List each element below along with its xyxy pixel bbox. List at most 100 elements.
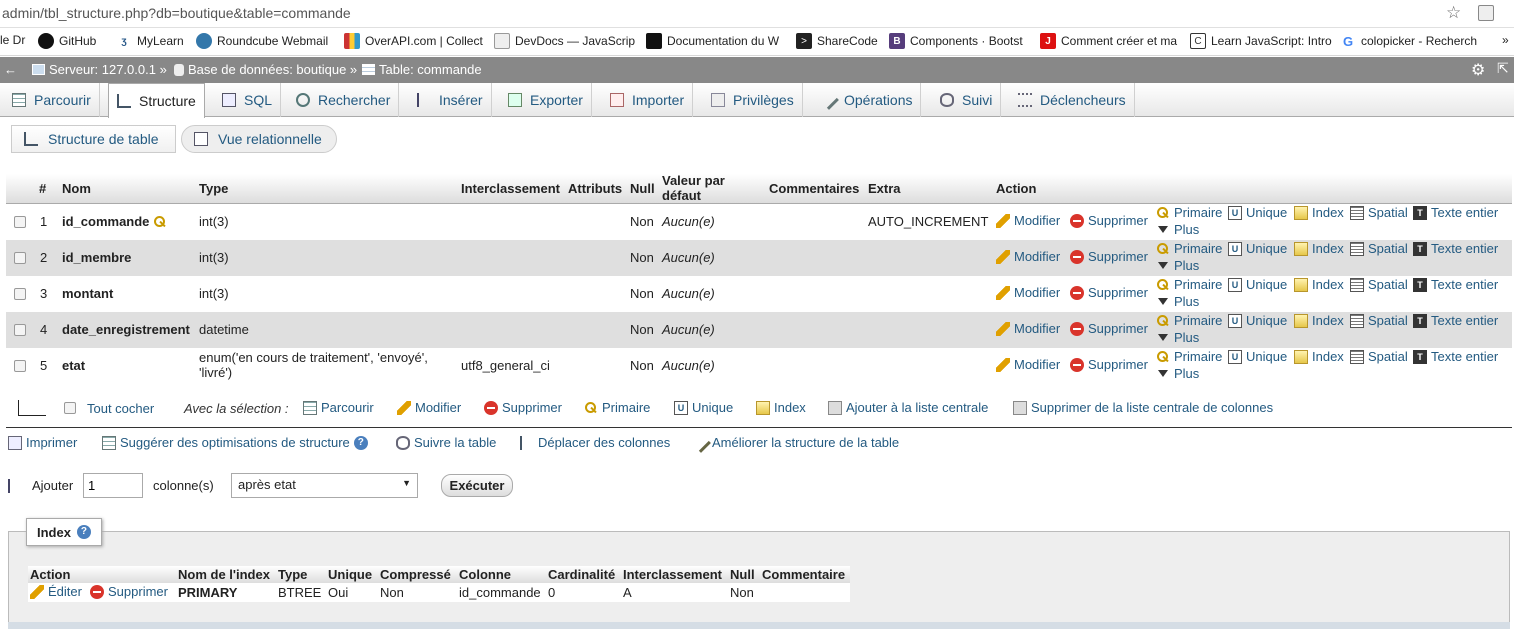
index-button[interactable]: Index bbox=[1294, 241, 1344, 256]
help-icon[interactable]: ? bbox=[353, 435, 368, 450]
add-central-columns-button[interactable]: Ajouter à la liste centrale bbox=[828, 400, 988, 415]
breadcrumb-table[interactable]: Table: commande bbox=[362, 62, 482, 77]
bookmark-comment[interactable]: J Comment créer et ma bbox=[1040, 33, 1177, 49]
fulltext-button[interactable]: T Texte entier bbox=[1413, 349, 1498, 364]
index-button[interactable]: Index bbox=[1294, 277, 1344, 292]
unique-button[interactable]: U Unique bbox=[1228, 205, 1287, 220]
bookmark-overapi[interactable]: OverAPI.com | Collect bbox=[344, 33, 483, 49]
bulk-modify-button[interactable]: Modifier bbox=[397, 400, 461, 415]
col-header-type[interactable]: Type bbox=[199, 181, 228, 196]
bookmark-github[interactable]: GitHub bbox=[38, 33, 96, 49]
bookmark-devdocs[interactable]: DevDocs — JavaScrip bbox=[494, 33, 635, 49]
primary-button[interactable]: Primaire bbox=[1156, 277, 1222, 292]
index-delete-button[interactable]: Supprimer bbox=[90, 584, 168, 599]
execute-button[interactable]: Exécuter bbox=[441, 474, 513, 497]
col-header-collation[interactable]: Interclassement bbox=[461, 181, 560, 196]
extension-icon[interactable] bbox=[1478, 5, 1494, 21]
delete-button[interactable]: Supprimer bbox=[1070, 213, 1148, 228]
unique-button[interactable]: U Unique bbox=[1228, 277, 1287, 292]
more-dropdown[interactable]: Plus bbox=[1158, 294, 1199, 309]
spatial-button[interactable]: Spatial bbox=[1350, 313, 1408, 328]
spatial-button[interactable]: Spatial bbox=[1350, 277, 1408, 292]
bookmark-colopicker[interactable]: Gcolopicker - Recherch bbox=[1340, 33, 1477, 49]
position-select[interactable]: après etat ▼ bbox=[231, 473, 418, 498]
col-header-extra[interactable]: Extra bbox=[868, 181, 901, 196]
bookmark-documentation[interactable]: Documentation du W bbox=[646, 33, 779, 49]
print-link[interactable]: Imprimer bbox=[8, 435, 77, 450]
primary-button[interactable]: Primaire bbox=[1156, 205, 1222, 220]
more-dropdown[interactable]: Plus bbox=[1158, 258, 1199, 273]
breadcrumb-server[interactable]: Serveur: 127.0.0.1 » bbox=[32, 62, 167, 77]
fulltext-button[interactable]: T Texte entier bbox=[1413, 205, 1498, 220]
tab-import[interactable]: Importer bbox=[602, 83, 694, 117]
unique-button[interactable]: U Unique bbox=[1228, 349, 1287, 364]
more-dropdown[interactable]: Plus bbox=[1158, 366, 1199, 381]
fulltext-button[interactable]: T Texte entier bbox=[1413, 241, 1498, 256]
remove-central-columns-button[interactable]: Supprimer de la liste centrale de colonn… bbox=[1013, 400, 1273, 415]
delete-button[interactable]: Supprimer bbox=[1070, 357, 1148, 372]
col-header-comments[interactable]: Commentaires bbox=[769, 181, 859, 196]
delete-button[interactable]: Supprimer bbox=[1070, 285, 1148, 300]
col-header-name[interactable]: Nom bbox=[62, 181, 91, 196]
tab-insert[interactable]: Insérer bbox=[409, 83, 492, 117]
check-all-label[interactable]: Tout cocher bbox=[87, 401, 154, 416]
bulk-primary-button[interactable]: Primaire bbox=[584, 400, 650, 415]
help-icon[interactable]: ? bbox=[76, 525, 91, 539]
settings-gear-icon[interactable]: ⚙ bbox=[1471, 60, 1485, 80]
tab-tracking[interactable]: Suivi bbox=[932, 83, 1002, 117]
more-dropdown[interactable]: Plus bbox=[1158, 222, 1199, 237]
bulk-unique-button[interactable]: U Unique bbox=[674, 400, 733, 415]
tab-triggers[interactable]: Déclencheurs bbox=[1010, 83, 1135, 117]
spatial-button[interactable]: Spatial bbox=[1350, 241, 1408, 256]
bookmark-sharecode[interactable]: > ShareCode bbox=[796, 33, 878, 49]
tab-search[interactable]: Rechercher bbox=[288, 83, 400, 117]
tab-privileges[interactable]: Privilèges bbox=[703, 83, 803, 117]
tab-operations[interactable]: Opérations bbox=[814, 83, 922, 117]
collapse-icon[interactable]: ⇱ bbox=[1497, 60, 1509, 77]
tab-export[interactable]: Exporter bbox=[500, 83, 592, 117]
bulk-delete-button[interactable]: Supprimer bbox=[484, 400, 562, 415]
bookmark-roundcube[interactable]: Roundcube Webmail bbox=[196, 33, 328, 49]
bookmark-bootstrap[interactable]: B Components · Bootst bbox=[889, 33, 1023, 49]
bulk-index-button[interactable]: Index bbox=[756, 400, 806, 415]
col-header-default[interactable]: Valeur par bbox=[662, 173, 725, 188]
modify-button[interactable]: Modifier bbox=[996, 285, 1060, 300]
tab-browse[interactable]: Parcourir bbox=[4, 83, 100, 117]
column-count-input[interactable] bbox=[83, 473, 143, 498]
breadcrumb-database[interactable]: Base de données: boutique » bbox=[174, 62, 357, 77]
relational-view-button[interactable]: Vue relationnelle bbox=[181, 125, 337, 153]
unique-button[interactable]: U Unique bbox=[1228, 313, 1287, 328]
tab-structure[interactable]: Structure bbox=[108, 83, 205, 118]
row-checkbox[interactable] bbox=[14, 288, 26, 300]
unique-button[interactable]: U Unique bbox=[1228, 241, 1287, 256]
modify-button[interactable]: Modifier bbox=[996, 213, 1060, 228]
spatial-button[interactable]: Spatial bbox=[1350, 205, 1408, 220]
back-arrow-icon[interactable]: ← bbox=[4, 62, 17, 77]
col-header-null[interactable]: Null bbox=[630, 181, 655, 196]
primary-button[interactable]: Primaire bbox=[1156, 241, 1222, 256]
modify-button[interactable]: Modifier bbox=[996, 321, 1060, 336]
col-header-attributes[interactable]: Attributs bbox=[568, 181, 622, 196]
bookmark-learnjs[interactable]: C Learn JavaScript: Intro bbox=[1190, 33, 1332, 49]
index-button[interactable]: Index bbox=[1294, 205, 1344, 220]
row-checkbox[interactable] bbox=[14, 216, 26, 228]
modify-button[interactable]: Modifier bbox=[996, 357, 1060, 372]
bookmarks-more[interactable]: » bbox=[1502, 33, 1509, 47]
bulk-browse-button[interactable]: Parcourir bbox=[303, 400, 374, 415]
suggest-optimization-link[interactable]: Suggérer des optimisations de structure? bbox=[102, 435, 368, 450]
move-columns-link[interactable]: Déplacer des colonnes bbox=[520, 435, 670, 450]
track-table-link[interactable]: Suivre la table bbox=[396, 435, 496, 450]
bookmark-star-icon[interactable]: ☆ bbox=[1446, 3, 1461, 23]
url-text[interactable]: admin/tbl_structure.php?db=boutique&tabl… bbox=[2, 5, 351, 21]
fulltext-button[interactable]: T Texte entier bbox=[1413, 277, 1498, 292]
bookmark-drive[interactable]: le Dr bbox=[0, 33, 25, 47]
delete-button[interactable]: Supprimer bbox=[1070, 249, 1148, 264]
row-checkbox[interactable] bbox=[14, 324, 26, 336]
index-button[interactable]: Index bbox=[1294, 313, 1344, 328]
check-all-checkbox[interactable] bbox=[64, 402, 76, 414]
fulltext-button[interactable]: T Texte entier bbox=[1413, 313, 1498, 328]
index-edit-button[interactable]: Éditer bbox=[30, 584, 82, 599]
address-bar[interactable]: admin/tbl_structure.php?db=boutique&tabl… bbox=[0, 0, 1514, 28]
index-button[interactable]: Index bbox=[1294, 349, 1344, 364]
structure-view-button[interactable]: Structure de table bbox=[11, 125, 176, 153]
